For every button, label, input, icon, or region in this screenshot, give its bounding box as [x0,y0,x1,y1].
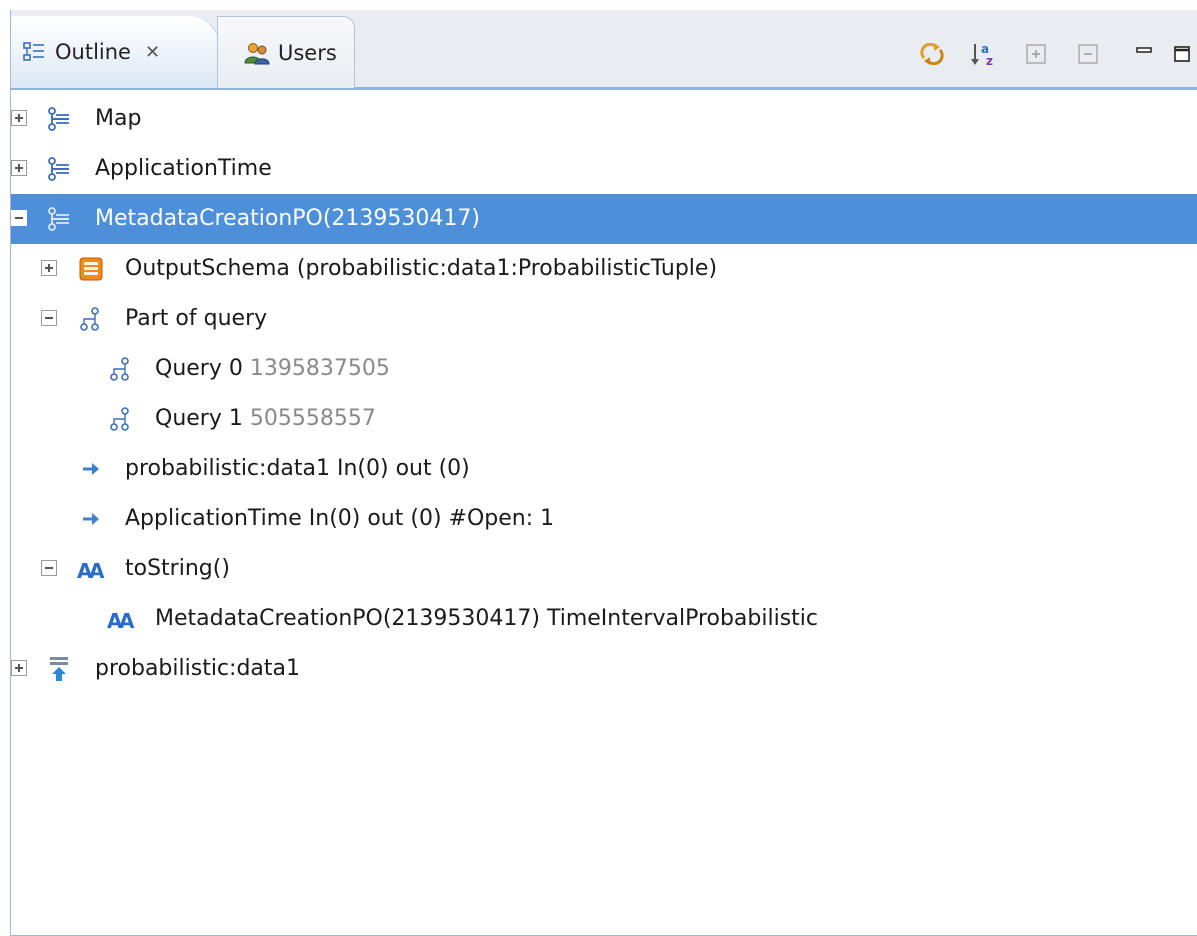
tree-item-metadata-creation[interactable]: MetadataCreationPO(2139530417) [11,194,1197,244]
outline-icon [19,37,49,67]
tree-item-part-of-query[interactable]: Part of query [11,294,1197,344]
sort-az-icon[interactable]: a z [964,34,1004,74]
tree-item-map[interactable]: Map [11,94,1197,144]
maximize-icon[interactable] [1170,34,1196,74]
tree-item-label: Map [95,106,142,131]
tree-item-label-group: Query 0 1395837505 [155,356,390,381]
source-icon [45,655,73,683]
tree-item-label: probabilistic:data1 In(0) out (0) [125,456,470,481]
expand-toggle[interactable] [41,260,57,276]
sync-icon[interactable] [912,34,952,74]
collapse-all-icon[interactable] [1068,34,1108,74]
tree-item-label: Part of query [125,306,268,331]
expand-all-icon[interactable] [1016,34,1056,74]
query-id: 505558557 [249,406,376,431]
expand-toggle[interactable] [11,660,27,676]
outline-view: Outline ✕ Users a z Map ApplicationTime … [10,10,1197,936]
tree-item-label: toString() [125,556,230,581]
query-tree-icon [107,355,135,383]
tab-bar: Outline ✕ Users a z [11,10,1197,90]
svg-text:A: A [89,559,105,582]
tree-item-port-application-time[interactable]: ApplicationTime In(0) out (0) #Open: 1 [11,494,1197,544]
collapse-toggle[interactable] [41,310,57,326]
operator-icon [43,105,71,133]
tree-item-port-data1[interactable]: probabilistic:data1 In(0) out (0) [11,444,1197,494]
schema-icon [77,255,105,283]
view-toolbar: a z [906,32,1197,76]
svg-text:A: A [119,609,135,632]
tree-item-label-group: Query 1 505558557 [155,406,376,431]
users-icon [242,38,272,68]
tree-item-output-schema[interactable]: OutputSchema (probabilistic:data1:Probab… [11,244,1197,294]
tree-item-label: MetadataCreationPO(2139530417) TimeInter… [155,606,819,631]
text-aa-icon: A A [77,555,105,583]
query-tree-icon [107,405,135,433]
operator-icon [43,205,71,233]
query-id: 1395837505 [249,356,390,381]
collapse-toggle[interactable] [11,210,27,226]
arrow-right-icon [77,455,105,483]
tree-item-label: OutputSchema (probabilistic:data1:Probab… [125,256,718,281]
operator-icon [43,155,71,183]
tree-item-label: probabilistic:data1 [95,656,300,681]
tree-item-application-time[interactable]: ApplicationTime [11,144,1197,194]
tree-item-source-data1[interactable]: probabilistic:data1 [11,644,1197,694]
collapse-toggle[interactable] [41,560,57,576]
query-tree-icon [77,305,105,333]
tab-users-label: Users [278,40,337,65]
outline-tree: Map ApplicationTime MetadataCreationPO(2… [11,94,1197,694]
tree-item-label: MetadataCreationPO(2139530417) [95,206,480,231]
tree-item-label: ApplicationTime [95,156,272,181]
close-icon[interactable]: ✕ [145,42,160,63]
expand-toggle[interactable] [11,110,27,126]
tab-users[interactable]: Users [217,16,355,88]
arrow-right-icon [77,505,105,533]
text-aa-icon: A A [107,605,135,633]
tree-item-query-0[interactable]: Query 0 1395837505 [11,344,1197,394]
query-name: Query 0 [155,356,243,381]
svg-text:z: z [986,54,993,68]
tab-outline[interactable]: Outline ✕ [11,16,231,88]
tree-item-query-1[interactable]: Query 1 505558557 [11,394,1197,444]
tree-item-to-string[interactable]: A A toString() [11,544,1197,594]
expand-toggle[interactable] [11,160,27,176]
minimize-icon[interactable] [1132,34,1158,74]
tree-item-to-string-value[interactable]: A A MetadataCreationPO(2139530417) TimeI… [11,594,1197,644]
tab-outline-label: Outline [55,40,131,64]
query-name: Query 1 [155,406,243,431]
tree-item-label: ApplicationTime In(0) out (0) #Open: 1 [125,506,555,531]
